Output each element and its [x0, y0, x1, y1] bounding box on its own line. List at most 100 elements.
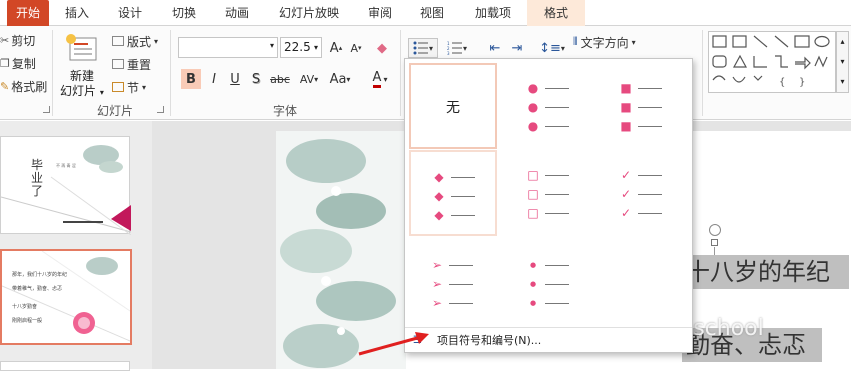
resize-handle[interactable]	[711, 239, 718, 246]
bullets-and-numbering-menu-item[interactable]: ☰ 项目符号和编号(N)...	[413, 331, 683, 349]
copy-button[interactable]: ❐ 复制	[0, 55, 36, 71]
bullet-list-icon	[413, 41, 428, 55]
numbering-button[interactable]: 123 ▾	[442, 38, 472, 58]
char-spacing-button[interactable]: AV ▾	[296, 69, 322, 89]
shapes-gallery[interactable]: {}	[708, 31, 836, 93]
bullet-filled-square-option[interactable]: ■ ■ ■	[598, 63, 686, 149]
tab-transitions[interactable]: 切换	[162, 0, 206, 26]
text-direction-button[interactable]: ⫴ 文字方向 ▾	[573, 34, 636, 50]
clipboard-launcher-icon[interactable]	[43, 106, 50, 113]
format-painter-button[interactable]: ✎ 格式刷	[0, 78, 47, 94]
new-slide-button[interactable]	[64, 32, 100, 64]
slides-group-label: 幻灯片	[96, 104, 133, 118]
bullets-button[interactable]: ▾	[408, 38, 438, 58]
tab-home[interactable]: 开始	[7, 0, 49, 26]
bullet-diamond-option[interactable]: ◆ ◆ ◆	[409, 150, 497, 236]
bullet-filled-round-option[interactable]: ● ● ●	[505, 63, 593, 149]
diamond-bullet-icon: ◆	[434, 189, 444, 203]
font-group-label: 字体	[272, 104, 297, 118]
diamond-bullet-icon: ◆	[434, 170, 444, 184]
increase-indent-button[interactable]: ⇥	[507, 38, 527, 58]
bullet-checkmark-option[interactable]: ✓ ✓ ✓	[598, 150, 686, 236]
bullet-arrowhead-option[interactable]: ➢ ➢ ➢	[409, 240, 497, 326]
bullet-hollow-square-option[interactable]: □ □ □	[505, 150, 593, 236]
bullet-none-option[interactable]: 无	[409, 63, 497, 149]
group-divider	[702, 30, 703, 116]
bullets-dropdown: 无 ● ● ● ■ ■ ■ ◆ ◆ ◆ □ □ □ ✓ ✓ ✓ ➢ ➢ ➢ ● …	[404, 58, 693, 353]
shadow-icon: S	[251, 71, 261, 87]
tab-addins[interactable]: 加载项	[466, 0, 520, 26]
decrease-indent-icon: ⇤	[489, 40, 501, 56]
tab-slideshow[interactable]: 幻灯片放映	[272, 0, 346, 26]
change-case-button[interactable]: Aa ▾	[326, 69, 354, 89]
tab-view[interactable]: 视图	[410, 0, 454, 26]
format-painter-label: 格式刷	[11, 79, 48, 94]
svg-text:}: }	[799, 77, 805, 88]
grow-font-icon: A	[329, 40, 339, 56]
slides-launcher-icon[interactable]	[157, 106, 164, 113]
selected-text-line-1[interactable]: 十八岁的年纪	[682, 255, 849, 289]
slide1-title: 毕 业 了	[31, 158, 44, 198]
round-bullet-icon: ●	[527, 81, 539, 95]
font-name-combo[interactable]: ▾	[178, 37, 278, 58]
change-case-icon: Aa	[329, 71, 347, 87]
slide2-line-2: 带着稚气，勤奋、忐忑	[12, 286, 63, 292]
clear-format-button[interactable]: ◆	[372, 38, 392, 58]
round-bullet-icon: ●	[527, 119, 539, 133]
new-slide-label-2: 幻灯片 ▾	[60, 84, 104, 98]
slide-thumbnail-3[interactable]	[0, 361, 130, 371]
chevron-down-icon: ▾	[631, 37, 636, 47]
section-button[interactable]: 节 ▾	[112, 79, 146, 95]
reset-icon	[112, 59, 124, 69]
font-size-combo[interactable]: 22.5 ▾	[280, 37, 322, 58]
strikethrough-button[interactable]: abc	[268, 69, 292, 89]
char-spacing-icon: AV	[299, 72, 315, 86]
small-dot-bullet-icon: ●	[529, 299, 537, 307]
group-divider	[170, 30, 171, 116]
arrowhead-bullet-icon: ➢	[431, 277, 443, 291]
strikethrough-icon: abc	[270, 72, 290, 86]
shapes-gallery-scroll[interactable]: ▴ ▾ ▾	[836, 31, 849, 93]
decrease-indent-button[interactable]: ⇤	[485, 38, 505, 58]
round-bullet-icon: ●	[527, 100, 539, 114]
italic-button[interactable]: I	[204, 69, 224, 89]
section-icon	[112, 82, 124, 92]
slide-thumbnail-1[interactable]: 毕 业 了 不 再 青 涩	[0, 136, 131, 235]
slide1-subtitle: 不 再 青 涩	[56, 163, 76, 168]
chevron-down-icon: ▾	[99, 88, 104, 97]
tab-design[interactable]: 设计	[108, 0, 152, 26]
slide-thumbnail-2-selected[interactable]: 那年，我们十八岁的年纪 带着稚气，勤奋、忐忑 十八岁勤奋 刚刚启程一般	[0, 249, 132, 345]
rotate-handle-icon[interactable]	[709, 224, 721, 236]
chevron-down-icon: ▾	[154, 36, 159, 46]
underline-icon: U	[230, 71, 240, 87]
cut-button[interactable]: ✂ 剪切	[0, 32, 35, 48]
checkmark-bullet-icon: ✓	[620, 206, 632, 220]
shadow-button[interactable]: S	[246, 69, 266, 89]
text-direction-icon: ⫴	[573, 35, 578, 48]
layout-icon	[112, 36, 124, 46]
layout-button[interactable]: 版式 ▾	[112, 33, 158, 49]
slide1-caption-bar	[63, 221, 103, 223]
slide2-line-1: 那年，我们十八岁的年纪	[12, 272, 68, 278]
underline-button[interactable]: U	[225, 69, 245, 89]
reset-button[interactable]: 重置	[112, 56, 151, 72]
shrink-font-button[interactable]: A ▾	[346, 38, 366, 58]
red-arrow-annotation-icon	[358, 332, 429, 356]
tab-insert[interactable]: 插入	[55, 0, 99, 26]
square-bullet-icon: ■	[620, 119, 632, 133]
tab-animations[interactable]: 动画	[215, 0, 259, 26]
line-spacing-button[interactable]: ↕≡ ▾	[538, 38, 566, 58]
slide2-line-3: 十八岁勤奋	[12, 304, 38, 310]
group-divider	[400, 30, 401, 116]
bold-button[interactable]: B	[181, 69, 201, 89]
bullet-small-dot-option[interactable]: ● ● ●	[505, 240, 593, 326]
arrowhead-bullet-icon: ➢	[431, 296, 443, 310]
hollow-square-bullet-icon: □	[527, 168, 539, 182]
tab-review[interactable]: 审阅	[358, 0, 402, 26]
grow-font-button[interactable]: A ▴	[326, 38, 346, 58]
chevron-down-icon: ▾	[269, 41, 274, 50]
hollow-square-bullet-icon: □	[527, 187, 539, 201]
font-color-button[interactable]: A ▾	[366, 69, 394, 89]
layout-label: 版式	[127, 34, 152, 49]
tab-format[interactable]: 格式	[527, 0, 585, 26]
